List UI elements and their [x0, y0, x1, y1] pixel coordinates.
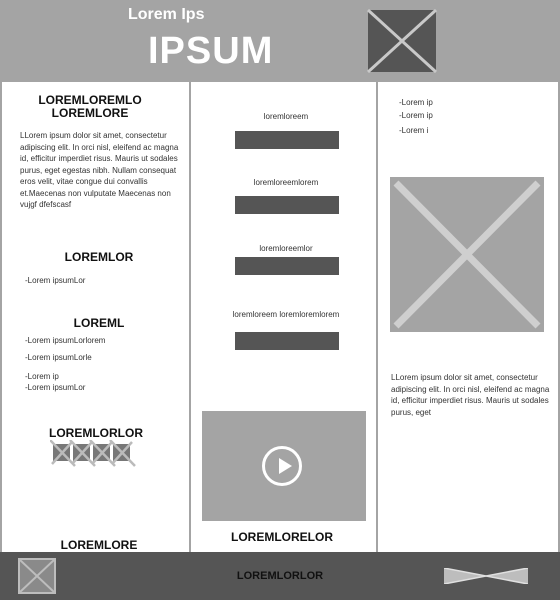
left-heading-3: LOREML — [73, 316, 125, 330]
header-image-placeholder-icon — [366, 8, 438, 74]
image-thumbnails-row — [49, 439, 136, 468]
header-subtitle: Lorem Ips — [128, 6, 205, 23]
image-placeholder-icon — [390, 177, 544, 332]
left-list-item: -Lorem ipsumLor — [25, 383, 86, 392]
middle-bar-button[interactable] — [235, 332, 339, 350]
middle-label: loremloreemlorem — [253, 178, 319, 187]
left-list-item: -Lorem ipsumLorle — [25, 353, 92, 362]
middle-bar-button[interactable] — [235, 131, 339, 149]
right-list-item: -Lorem ip — [399, 98, 433, 107]
middle-bar-button[interactable] — [235, 257, 339, 275]
right-list-item: -Lorem ip — [399, 111, 433, 120]
middle-bar-button[interactable] — [235, 196, 339, 214]
left-list-item: -Lorem ipsumLor — [25, 276, 86, 285]
column-divider-1 — [189, 82, 191, 552]
footer: LOREMLORLOR — [0, 552, 560, 600]
left-heading-2: LOREMLOR — [64, 250, 134, 264]
play-icon[interactable] — [262, 446, 302, 486]
middle-label: loremloreem — [263, 112, 309, 121]
middle-heading: LOREMLORELOR — [231, 530, 333, 544]
bowtie-icon — [443, 567, 529, 585]
header: Lorem Ips IPSUM — [0, 0, 560, 82]
header-title: IPSUM — [148, 30, 274, 72]
left-heading-1: LOREMLOREMLO LOREMLORE — [38, 93, 142, 120]
middle-label: loremloreem loremloremlorem — [232, 310, 340, 319]
left-list-item: -Lorem ip — [25, 372, 59, 381]
middle-label: loremloreemlor — [259, 244, 313, 253]
left-border — [0, 82, 2, 552]
left-heading-4: LOREMLORLOR — [49, 426, 143, 440]
left-paragraph: LLorem ipsum dolor sit amet, consectetur… — [20, 131, 179, 209]
left-heading-5: LOREMLORE — [60, 538, 138, 552]
right-paragraph: LLorem ipsum dolor sit amet, consectetur… — [391, 373, 550, 417]
right-list-item: -Lorem i — [399, 126, 429, 135]
left-list-item: -Lorem ipsumLorlorem — [25, 336, 106, 345]
